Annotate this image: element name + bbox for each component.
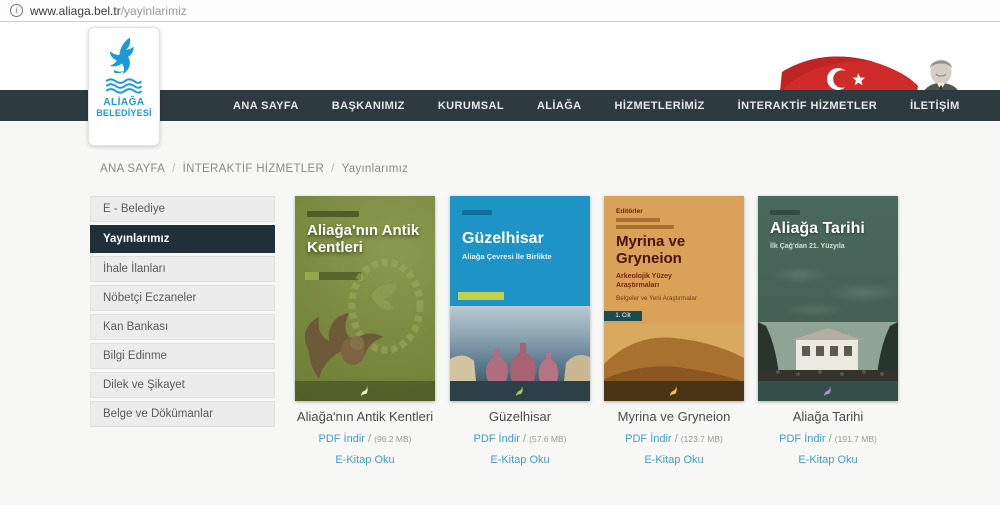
sidebar-item-belge-ve-dokumanlar[interactable]: Belge ve Dökümanlar [90,401,275,427]
book-cover-antik-kentleri[interactable]: Aliağa'nın Antik Kentleri [295,196,435,401]
publisher-logo-icon [670,385,677,396]
cover-editors-label: Editörler [616,208,643,215]
pdf-download-link[interactable]: PDF İndir [474,433,520,445]
url-domain: www.aliaga.bel.tr [30,3,121,18]
nav-item-aliaga[interactable]: ALİAĞA [537,100,582,112]
pdf-download-link[interactable]: PDF İndir [625,433,671,445]
waves-icon [105,78,143,94]
file-size: (57.6 MB) [529,434,567,445]
nav-item-baskanimiz[interactable]: BAŞKANIMIZ [332,100,405,112]
publication-card-aliaga-tarihi: Aliağa Tarihi İlk Çağ'dan 21. Yüzyıla Al… [758,196,898,466]
sidebar-item-ihale-ilanlari[interactable]: İhale İlanları [90,256,275,282]
nav-item-hizmetlerimiz[interactable]: HİZMETLERİMİZ [615,100,705,112]
winged-statue-art [304,313,383,379]
site-info-icon[interactable]: i [10,4,23,17]
nav-item-iletisim[interactable]: İLETİŞİM [910,100,960,112]
publication-title: Aliağa'nın Antik Kentleri [296,409,434,424]
breadcrumb-home[interactable]: ANA SAYFA [100,163,165,175]
breadcrumb-separator: / [331,163,335,175]
ebook-read-link[interactable]: E-Kitap Oku [644,454,703,466]
book-cover-aliaga-tarihi[interactable]: Aliağa Tarihi İlk Çağ'dan 21. Yüzyıla [758,196,898,401]
ebook-read-link[interactable]: E-Kitap Oku [335,454,394,466]
logo-text-line1: ALİAĞA [103,97,145,108]
publication-card-antik-kentleri: Aliağa'nın Antik Kentleri Aliağa'nın Ant… [295,196,435,466]
relief-texture [758,254,898,324]
publication-title: Myrina ve Gryneion [617,409,731,424]
book-cover-myrina[interactable]: Editörler Myrina ve Gryneion Arkeolojik … [604,196,744,401]
author-text-bar [770,210,800,215]
publisher-band [450,381,590,401]
book-cover-guzelhisar[interactable]: Güzelhisar Aliağa Çevresi İle Birlikte [450,196,590,401]
edition-badge [458,292,504,300]
page: i www.aliaga.bel.tr/yayinlarimiz ANA SAY… [0,0,1000,505]
browser-address-bar[interactable]: i www.aliaga.bel.tr/yayinlarimiz [0,0,1000,22]
nav-item-kurumsal[interactable]: KURUMSAL [438,100,504,112]
file-size: (123.7 MB) [680,434,723,445]
publication-title: Aliağa Tarihi [792,409,864,424]
breadcrumb-separator: / [172,163,176,175]
publisher-band [758,381,898,401]
editor-name-bar [616,225,674,229]
cover-title: Aliağa Tarihi [770,220,865,237]
publisher-band [295,381,435,401]
editor-name-bar [616,218,660,222]
sidebar-item-kan-bankasi[interactable]: Kan Bankası [90,314,275,340]
url-text[interactable]: www.aliaga.bel.tr/yayinlarimiz [30,4,187,18]
separator: / [828,433,832,446]
historic-photo [758,322,898,384]
breadcrumb: ANA SAYFA / İNTERAKTİF HİZMETLER / Yayınları… [100,163,408,175]
author-text-bar [462,210,492,215]
author-text-bar [307,211,359,217]
landscape-photo [450,306,590,381]
breadcrumb-interactive-services[interactable]: İNTERAKTİF HİZMETLER [183,163,324,175]
municipality-logo[interactable]: ALİAĞA BELEDİYESİ [88,27,160,146]
sidebar-item-dilek-ve-sikayet[interactable]: Dilek ve Şikayet [90,372,275,398]
sidebar-item-nobetci-eczaneler[interactable]: Nöbetçi Eczaneler [90,285,275,311]
sidebar-item-bilgi-edinme[interactable]: Bilgi Edinme [90,343,275,369]
cover-title: Myrina ve Gryneion [616,233,686,267]
dove-icon [109,37,134,75]
ebook-read-link[interactable]: E-Kitap Oku [490,454,549,466]
publisher-band [604,381,744,401]
pdf-download-link[interactable]: PDF İndir [319,433,365,445]
publisher-logo-icon [824,385,831,396]
publisher-logo-icon [361,385,368,396]
nav-item-interaktif-hizmetler[interactable]: İNTERAKTİF HİZMETLER [738,100,877,112]
ebook-read-link[interactable]: E-Kitap Oku [798,454,857,466]
sidebar-item-yayinlarimiz[interactable]: Yayınlarımız [90,225,275,253]
cover-subtitle: Aliağa Çevresi İle Birlikte [462,252,552,261]
separator: / [368,433,372,446]
logo-text-line2: BELEDİYESİ [96,108,152,118]
separator: / [674,433,678,446]
cover-subtitle: Arkeolojik Yüzey Araştırmaları [616,273,672,290]
breadcrumb-current-page: Yayınlarımız [341,163,409,175]
nav-item-ana-sayfa[interactable]: ANA SAYFA [233,100,299,112]
sidebar-menu: E - Belediye Yayınlarımız İhale İlanları… [90,196,275,430]
sidebar-item-e-belediye[interactable]: E - Belediye [90,196,275,222]
cover-title: Güzelhisar [462,230,544,247]
publisher-logo-icon [516,385,523,396]
cover-subtitle: İlk Çağ'dan 21. Yüzyıla [770,243,845,250]
pottery-jugs-art [450,343,590,381]
cover-extra-text: Belgeler ve Yeni Araştırmalar [616,295,697,302]
publication-card-myrina: Editörler Myrina ve Gryneion Arkeolojik … [604,196,744,466]
url-path: /yayinlarimiz [120,3,187,18]
file-size: (96.2 MB) [374,434,412,445]
pdf-download-link[interactable]: PDF İndir [779,433,825,445]
separator: / [523,433,527,446]
file-size: (191.7 MB) [834,434,877,445]
publication-card-guzelhisar: Güzelhisar Aliağa Çevresi İle Birlikte G… [450,196,590,466]
volume-badge: 1. Cilt [604,311,642,321]
publication-title: Güzelhisar [488,409,552,424]
